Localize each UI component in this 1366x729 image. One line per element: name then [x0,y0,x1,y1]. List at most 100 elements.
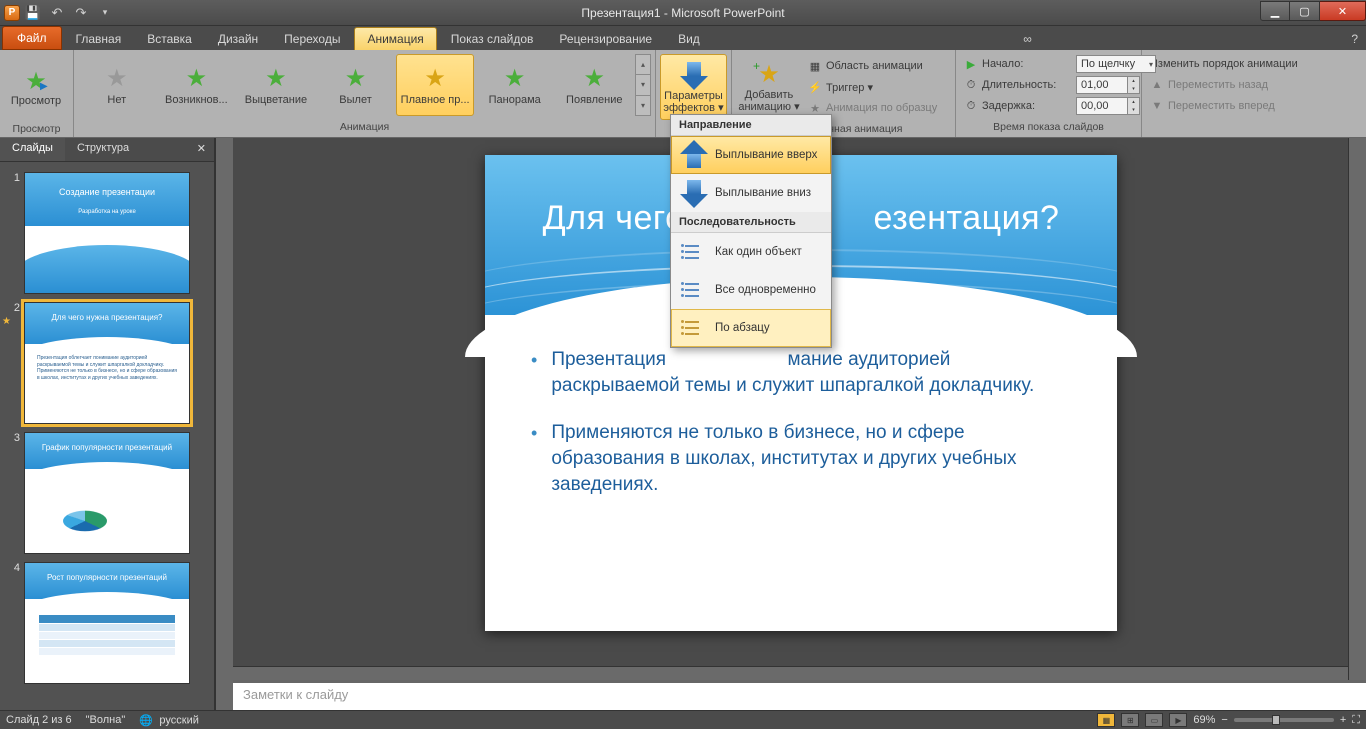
qat-redo-icon[interactable]: ↷ [70,3,92,23]
file-tab[interactable]: Файл [2,26,62,50]
tab-transitions[interactable]: Переходы [272,28,352,50]
pane-icon: ▦ [808,59,822,73]
menu-item-by-paragraph[interactable]: По абзацу [671,309,831,347]
tab-design[interactable]: Дизайн [206,28,270,50]
seq-all-icon [681,279,703,301]
status-bar: Слайд 2 из 6 "Волна" 🌐 русский ▦ ⊞ ▭ ▶ 6… [0,710,1366,729]
bullet-icon: • [531,347,537,398]
help-icon[interactable]: ? [1343,28,1366,50]
minimize-button[interactable]: ▁ [1260,1,1290,21]
anim-flyin[interactable]: ★Вылет [317,54,395,116]
pie-chart-icon [55,497,125,547]
panel-scrollbar[interactable] [215,138,233,710]
slideshow-view-button[interactable]: ▶ [1169,713,1187,727]
anim-wipe[interactable]: ★Появление [555,54,633,116]
notes-pane[interactable]: Заметки к слайду [233,680,1366,710]
anim-group-label: Анимация [76,120,653,135]
v-scrollbar[interactable] [1348,138,1366,680]
anim-none[interactable]: ★Нет [78,54,156,116]
ribbon-minimize-icon[interactable]: ∞ [1015,28,1040,50]
thumbnails-list[interactable]: 1 Создание презентации Разработка на уро… [0,162,214,710]
thumb-4[interactable]: Рост популярности презентаций [24,562,190,684]
normal-view-button[interactable]: ▦ [1097,713,1115,727]
add-animation-button[interactable]: ★+ Добавить анимацию ▾ [736,54,802,120]
arrow-up-icon [679,140,705,170]
tab-animations[interactable]: Анимация [354,27,436,50]
play-icon: ▶ [964,57,978,71]
maximize-button[interactable]: ▢ [1290,1,1320,21]
tab-view[interactable]: Вид [666,28,712,50]
fit-window-button[interactable]: ⛶ [1352,714,1360,727]
star-icon: ★ [262,64,290,92]
seq-one-icon [681,241,703,263]
start-combo[interactable]: По щелчку [1076,55,1156,73]
h-scrollbar[interactable] [233,666,1348,680]
star-plus-icon: ★+ [755,61,783,89]
down-icon: ▼ [1150,99,1164,113]
theme-name: "Волна" [86,714,126,726]
effect-options-button[interactable]: Параметры эффектов ▾ [660,54,727,120]
zoom-slider[interactable] [1234,718,1334,722]
title-bar: P 💾 ↶ ↷ ▾ Презентация1 - Microsoft Power… [0,0,1366,26]
arrow-down-icon [679,178,705,208]
star-icon: ★ [501,64,529,92]
qat-save-icon[interactable]: 💾 [22,3,44,23]
zoom-thumb[interactable] [1272,715,1280,725]
reorder-header: Изменить порядок анимации [1146,54,1302,74]
tab-slideshow[interactable]: Показ слайдов [439,28,546,50]
qat-undo-icon[interactable]: ↶ [46,3,68,23]
menu-item-float-up[interactable]: Выплывание вверх [671,136,831,174]
start-row[interactable]: ▶Начало:По щелчку [960,54,1160,74]
reading-view-button[interactable]: ▭ [1145,713,1163,727]
globe-icon: 🌐 [139,713,153,727]
gallery-more-button[interactable]: ▴▾▾ [635,54,651,116]
painter-icon: ★ [808,101,822,115]
thumb-3[interactable]: График популярности презентаций [24,432,190,554]
panel-close-icon[interactable]: ✕ [189,138,214,161]
star-play-icon: ★▶ [22,67,50,95]
trigger-button[interactable]: ⚡Триггер ▾ [804,77,941,97]
tab-insert[interactable]: Вставка [135,28,204,50]
star-icon: ★ [580,64,608,92]
slide-panel: Слайды Структура ✕ 1 Создание презентаци… [0,138,215,710]
zoom-out-button[interactable]: − [1221,714,1227,726]
animation-pane-button[interactable]: ▦Область анимации [804,56,941,76]
close-button[interactable]: ✕ [1320,1,1366,21]
language-indicator[interactable]: 🌐 русский [139,713,199,727]
bullet-icon: • [531,420,537,497]
delay-row[interactable]: ⏱Задержка:00,00▴▾ [960,96,1144,116]
zoom-level[interactable]: 69% [1193,714,1215,726]
anim-split[interactable]: ★Панорама [476,54,554,116]
clock-icon: ⏱ [964,78,978,92]
anim-fade[interactable]: ★Выцветание [237,54,315,116]
star-icon: ★ [421,64,449,92]
anim-appear[interactable]: ★Возникнов... [158,54,236,116]
anim-floatin[interactable]: ★Плавное пр... [396,54,474,116]
slide-body[interactable]: •Презентация мание аудиторией раскрываем… [531,347,1071,519]
duration-row[interactable]: ⏱Длительность:01,00▴▾ [960,75,1144,95]
tab-home[interactable]: Главная [64,28,134,50]
menu-item-all-at-once[interactable]: Все одновременно [671,271,831,309]
effect-options-menu: Направление Выплывание вверх Выплывание … [670,114,832,348]
delay-input[interactable]: 00,00▴▾ [1076,97,1140,115]
slides-tab[interactable]: Слайды [0,138,65,161]
duration-input[interactable]: 01,00▴▾ [1076,76,1140,94]
preview-button[interactable]: ★▶ Просмотр [4,54,68,120]
menu-section-sequence: Последовательность [671,212,831,233]
qat-customize-icon[interactable]: ▾ [94,3,116,23]
seq-para-icon [681,317,703,339]
thumb-1[interactable]: Создание презентации Разработка на уроке [24,172,190,294]
slide-counter: Слайд 2 из 6 [6,714,72,726]
clock-icon: ⏱ [964,99,978,113]
tab-review[interactable]: Рецензирование [547,28,664,50]
menu-item-float-down[interactable]: Выплывание вниз [671,174,831,212]
sorter-view-button[interactable]: ⊞ [1121,713,1139,727]
move-later-button: ▼Переместить вперед [1146,96,1279,116]
menu-item-as-one[interactable]: Как один объект [671,233,831,271]
outline-tab[interactable]: Структура [65,138,141,161]
preview-label: Просмотр [11,95,61,107]
menu-section-direction: Направление [671,115,831,136]
move-earlier-button: ▲Переместить назад [1146,75,1272,95]
zoom-in-button[interactable]: + [1340,714,1346,726]
thumb-2[interactable]: Для чего нужна презентация? Презентация … [24,302,190,424]
